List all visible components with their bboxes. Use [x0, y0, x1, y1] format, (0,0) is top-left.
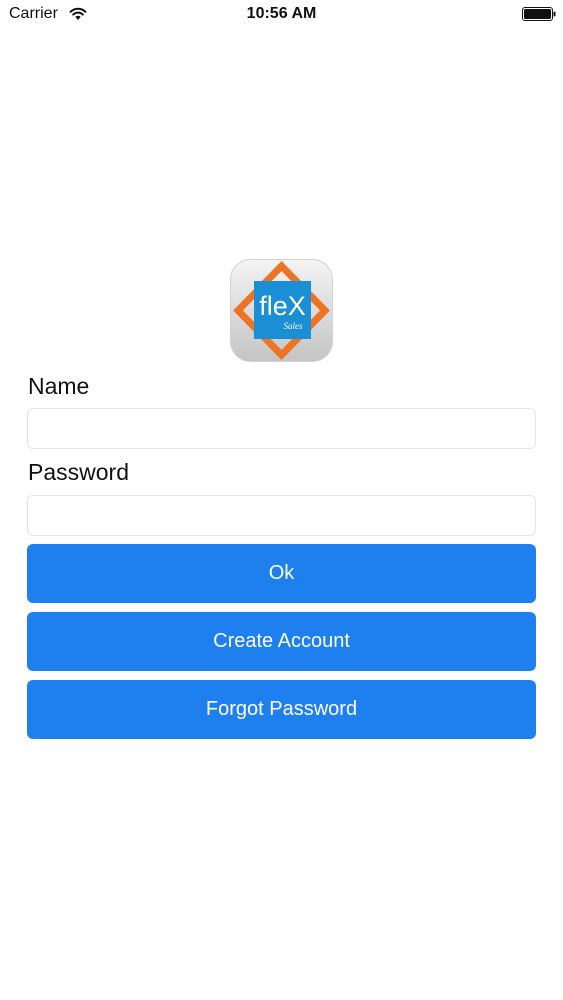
battery-full-icon: [522, 7, 556, 21]
name-input[interactable]: [27, 408, 536, 449]
status-bar: Carrier 10:56 AM: [0, 0, 563, 30]
logo-subtitle: Sales: [284, 321, 303, 331]
flex-sales-logo: fleX Sales: [230, 259, 333, 362]
forgot-password-button[interactable]: Forgot Password: [27, 680, 536, 739]
name-label: Name: [28, 373, 90, 399]
password-input[interactable]: [27, 495, 536, 536]
logo-wordmark: fleX: [259, 291, 306, 321]
create-account-button[interactable]: Create Account: [27, 612, 536, 671]
password-label: Password: [28, 459, 129, 485]
ok-button[interactable]: Ok: [27, 544, 536, 603]
status-time: 10:56 AM: [246, 5, 317, 22]
